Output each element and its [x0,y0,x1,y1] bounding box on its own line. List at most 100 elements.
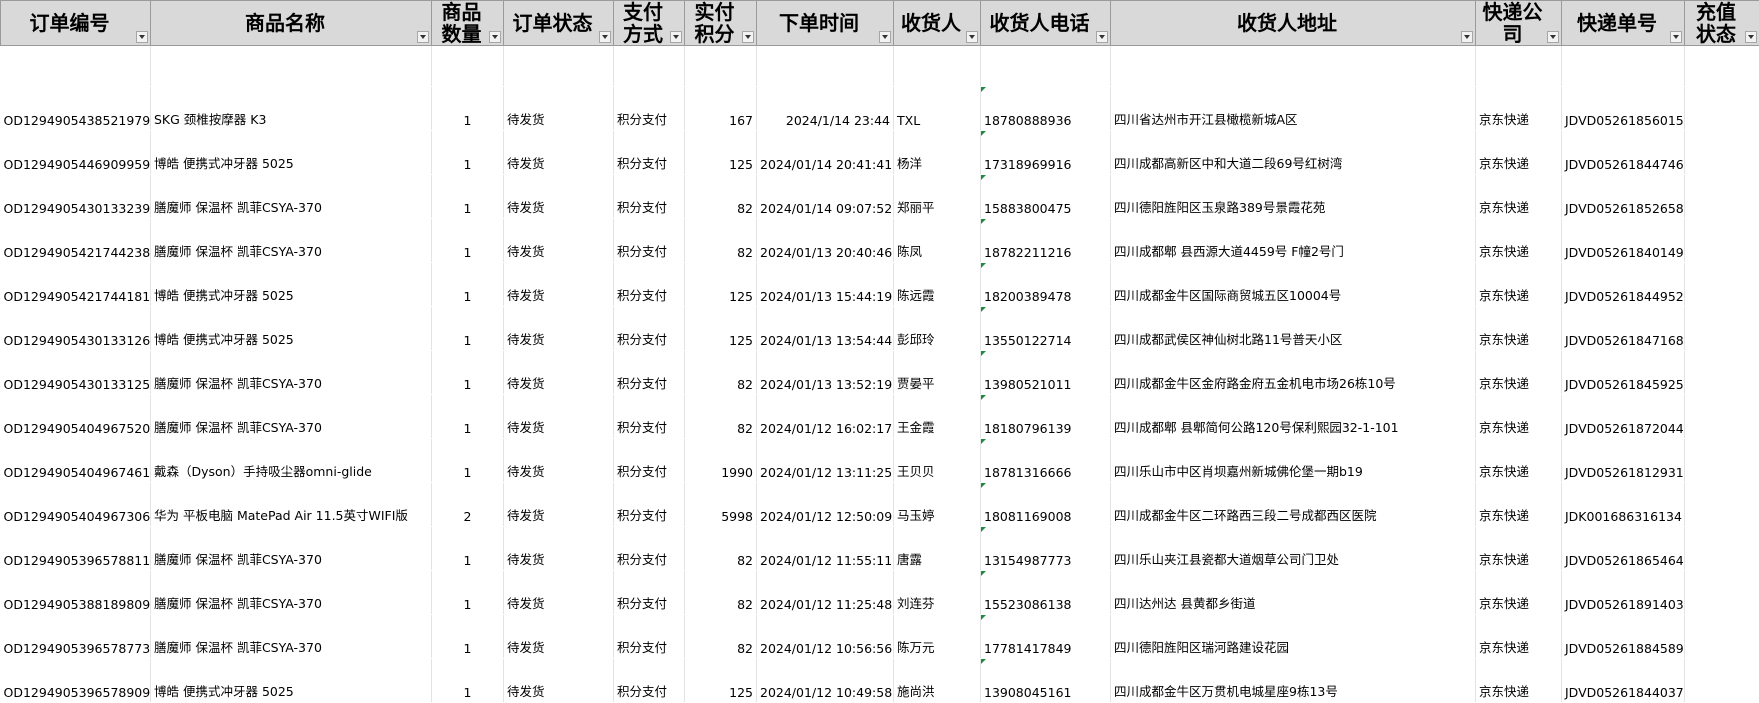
cell[interactable] [894,46,981,87]
cell-points[interactable]: 82 [685,395,757,439]
cell-receiver[interactable]: 彭邱玲 [894,307,981,351]
cell-courier[interactable]: 京东快递 [1476,351,1562,395]
cell-pay[interactable]: 积分支付 [614,175,685,219]
cell-product[interactable]: 博皓 便携式冲牙器 5025 [151,659,432,703]
cell-courier[interactable]: 京东快递 [1476,615,1562,659]
cell-courier[interactable]: 京东快递 [1476,175,1562,219]
cell-topup[interactable] [1685,219,1759,263]
cell-courier[interactable]: 京东快递 [1476,395,1562,439]
cell-pay[interactable]: 积分支付 [614,615,685,659]
cell-product[interactable]: 膳魔师 保温杯 凯菲CSYA-370 [151,219,432,263]
cell[interactable] [1,46,151,87]
cell-status[interactable]: 待发货 [504,483,614,527]
cell-phone[interactable]: 13908045161 [981,659,1111,703]
cell-receiver[interactable]: 王金霞 [894,395,981,439]
cell-product[interactable]: 博皓 便携式冲牙器 5025 [151,307,432,351]
column-header-address[interactable]: 收货人地址 [1111,1,1476,46]
cell-order_id[interactable]: OD1294905430133125 [1,351,151,395]
column-header-status[interactable]: 订单状态 [504,1,614,46]
cell-points[interactable]: 125 [685,263,757,307]
cell-pay[interactable]: 积分支付 [614,527,685,571]
filter-dropdown-icon[interactable] [599,31,611,43]
cell-topup[interactable] [1685,175,1759,219]
cell-phone[interactable]: 13980521011 [981,351,1111,395]
cell-pay[interactable]: 积分支付 [614,307,685,351]
column-header-phone[interactable]: 收货人电话 [981,1,1111,46]
cell-phone[interactable]: 17318969916 [981,131,1111,175]
cell[interactable] [432,46,504,87]
cell-tracking[interactable]: JDVD05261840149 [1562,219,1685,263]
cell-points[interactable]: 82 [685,219,757,263]
cell-courier[interactable]: 京东快递 [1476,263,1562,307]
cell-qty[interactable]: 1 [432,307,504,351]
cell-address[interactable]: 四川省达州市开江县橄榄新城A区 [1111,87,1476,131]
cell-address[interactable]: 四川成都金牛区二环路西三段二号成都西区医院 [1111,483,1476,527]
cell-qty[interactable]: 1 [432,615,504,659]
cell-pay[interactable]: 积分支付 [614,131,685,175]
cell-tracking[interactable]: JDVD05261844037 [1562,659,1685,703]
cell-topup[interactable] [1685,571,1759,615]
cell-tracking[interactable]: JDVD05261884589 [1562,615,1685,659]
cell-receiver[interactable]: 陈万元 [894,615,981,659]
cell-receiver[interactable]: 陈凤 [894,219,981,263]
cell[interactable] [151,46,432,87]
cell[interactable] [1685,46,1759,87]
cell-address[interactable]: 四川成都武侯区神仙树北路11号普天小区 [1111,307,1476,351]
cell-product[interactable]: 戴森（Dyson）手持吸尘器omni-glide [151,439,432,483]
cell-points[interactable]: 125 [685,307,757,351]
filter-dropdown-icon[interactable] [1461,31,1473,43]
cell[interactable] [1476,46,1562,87]
cell-qty[interactable]: 1 [432,395,504,439]
cell-order_id[interactable]: OD1294905396578811 [1,527,151,571]
cell-courier[interactable]: 京东快递 [1476,571,1562,615]
cell-status[interactable]: 待发货 [504,615,614,659]
cell-time[interactable]: 2024/01/14 09:07:52 [757,175,894,219]
cell-qty[interactable]: 1 [432,659,504,703]
cell-phone[interactable]: 18081169008 [981,483,1111,527]
cell-points[interactable]: 82 [685,615,757,659]
cell-courier[interactable]: 京东快递 [1476,483,1562,527]
cell-qty[interactable]: 1 [432,439,504,483]
cell-product[interactable]: 膳魔师 保温杯 凯菲CSYA-370 [151,571,432,615]
cell-courier[interactable]: 京东快递 [1476,659,1562,703]
cell-phone[interactable]: 18780888936 [981,87,1111,131]
cell-address[interactable]: 四川成都郫 县西源大道4459号 F幢2号门 [1111,219,1476,263]
cell-product[interactable]: 博皓 便携式冲牙器 5025 [151,263,432,307]
cell-time[interactable]: 2024/01/12 10:49:58 [757,659,894,703]
cell-status[interactable]: 待发货 [504,87,614,131]
cell-receiver[interactable]: TXL [894,87,981,131]
cell-order_id[interactable]: OD1294905421744181 [1,263,151,307]
filter-dropdown-icon[interactable] [1096,31,1108,43]
cell-pay[interactable]: 积分支付 [614,439,685,483]
cell-tracking[interactable]: JDVD05261856015 [1562,87,1685,131]
cell-points[interactable]: 5998 [685,483,757,527]
cell-order_id[interactable]: OD1294905404967461 [1,439,151,483]
cell-phone[interactable]: 18782211216 [981,219,1111,263]
cell-topup[interactable] [1685,395,1759,439]
cell-address[interactable]: 四川乐山市中区肖坝嘉州新城佛伦堡一期b19 [1111,439,1476,483]
cell[interactable] [1562,46,1685,87]
column-header-receiver[interactable]: 收货人 [894,1,981,46]
filter-dropdown-icon[interactable] [489,31,501,43]
cell-product[interactable]: 膳魔师 保温杯 凯菲CSYA-370 [151,527,432,571]
cell-time[interactable]: 2024/01/12 11:55:11 [757,527,894,571]
cell-points[interactable]: 82 [685,351,757,395]
cell-receiver[interactable]: 马玉婷 [894,483,981,527]
cell-order_id[interactable]: OD1294905421744238 [1,219,151,263]
cell-courier[interactable]: 京东快递 [1476,439,1562,483]
cell-order_id[interactable]: OD1294905396578773 [1,615,151,659]
cell-status[interactable]: 待发货 [504,219,614,263]
cell-topup[interactable] [1685,351,1759,395]
cell-pay[interactable]: 积分支付 [614,87,685,131]
cell-courier[interactable]: 京东快递 [1476,87,1562,131]
cell-order_id[interactable]: OD1294905430133239 [1,175,151,219]
cell-product[interactable]: SKG 颈椎按摩器 K3 [151,87,432,131]
cell-pay[interactable]: 积分支付 [614,483,685,527]
cell-points[interactable]: 82 [685,527,757,571]
cell-receiver[interactable]: 郑丽平 [894,175,981,219]
cell-receiver[interactable]: 王贝贝 [894,439,981,483]
column-header-points[interactable]: 实付积分 [685,1,757,46]
cell-product[interactable]: 膳魔师 保温杯 凯菲CSYA-370 [151,615,432,659]
cell-phone[interactable]: 18200389478 [981,263,1111,307]
spreadsheet[interactable]: 订单编号商品名称商品数量订单状态支付方式实付积分下单时间收货人收货人电话收货人地… [0,0,1759,661]
